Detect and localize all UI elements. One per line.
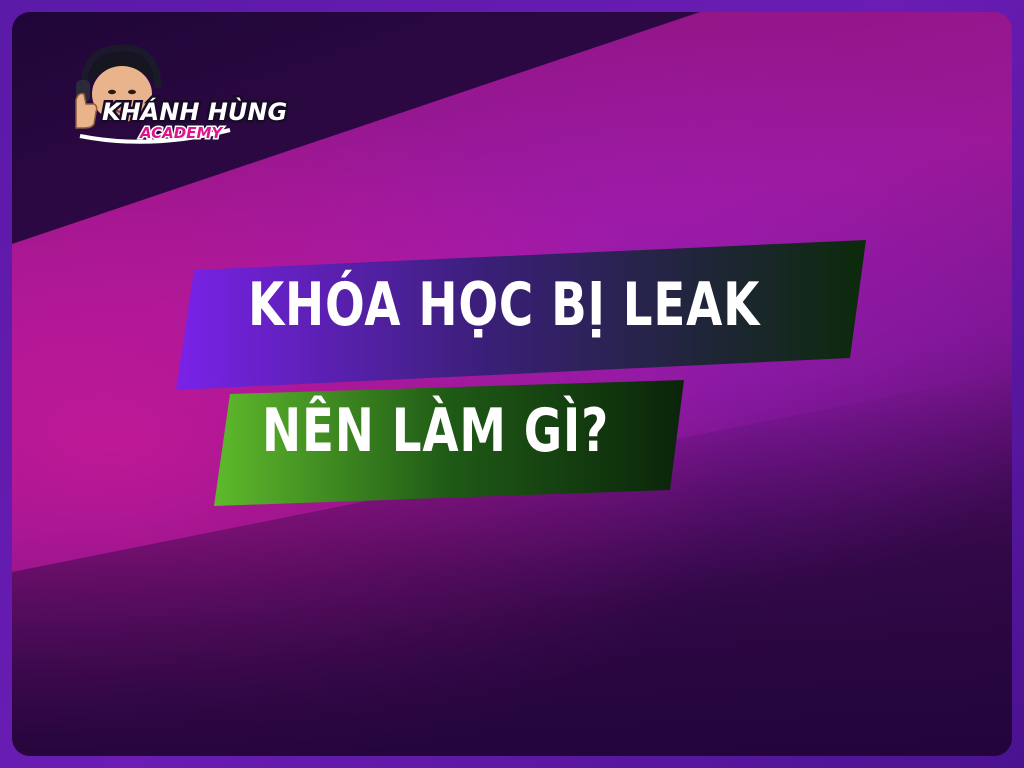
- logo-academy-text: ACADEMY: [139, 124, 224, 142]
- headline-line-2: NÊN LÀM GÌ?: [262, 396, 610, 466]
- outer-frame: KHÁNH HÙNG ACADEMY: [0, 0, 1024, 768]
- logo-name-text: KHÁNH HÙNG: [102, 96, 287, 126]
- khanh-hung-academy-logo: KHÁNH HÙNG ACADEMY: [75, 44, 290, 144]
- thumbnail-card: KHÁNH HÙNG ACADEMY: [12, 12, 1012, 756]
- headline-line-1: KHÓA HỌC BỊ LEAK: [248, 270, 761, 340]
